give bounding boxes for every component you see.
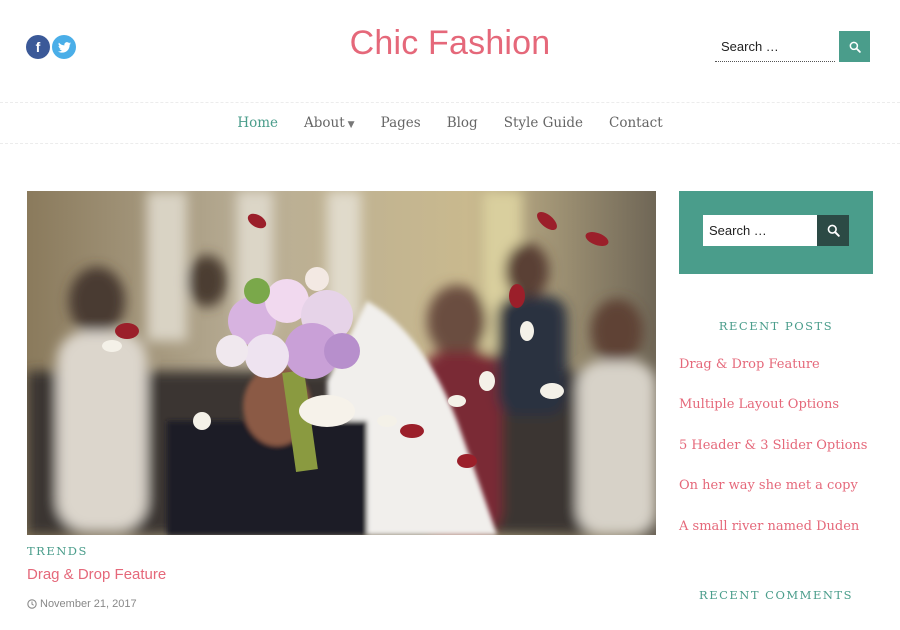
recent-post-link[interactable]: Drag & Drop Feature xyxy=(679,357,820,372)
recent-comments-title: RECENT COMMENTS xyxy=(699,588,853,602)
recent-post-link[interactable]: On her way she met a copy xyxy=(679,478,858,493)
post-title[interactable]: Drag & Drop Feature xyxy=(27,566,166,583)
header-search-button[interactable] xyxy=(839,31,870,62)
list-item: 5 Header & 3 Slider Options xyxy=(679,434,867,474)
recent-post-link[interactable]: 5 Header & 3 Slider Options xyxy=(679,438,867,453)
list-item: On her way she met a copy xyxy=(679,474,867,514)
nav-item-about[interactable]: About ▼ xyxy=(304,115,355,131)
nav-item-style-guide[interactable]: Style Guide xyxy=(504,115,583,131)
sidebar-search-widget xyxy=(679,191,873,274)
search-icon xyxy=(827,224,840,237)
post-date: November 21, 2017 xyxy=(27,598,137,610)
list-item: Drag & Drop Feature xyxy=(679,353,867,393)
chevron-down-icon: ▼ xyxy=(347,120,355,130)
search-icon xyxy=(849,41,861,53)
nav-item-blog[interactable]: Blog xyxy=(447,115,478,131)
header-search xyxy=(715,31,870,62)
post-featured-image[interactable] xyxy=(27,191,656,535)
recent-posts-title: RECENT POSTS xyxy=(718,319,834,333)
recent-post-link[interactable]: A small river named Duden xyxy=(679,519,859,534)
nav-item-pages[interactable]: Pages xyxy=(381,115,421,131)
sidebar-search-input[interactable] xyxy=(703,215,817,246)
header-search-input[interactable] xyxy=(715,31,835,62)
recent-post-link[interactable]: Multiple Layout Options xyxy=(679,397,839,412)
main-nav: Home About ▼ Pages Blog Style Guide Conta… xyxy=(0,102,900,144)
recent-posts-list: Drag & Drop Feature Multiple Layout Opti… xyxy=(679,353,867,555)
post-category-link[interactable]: TRENDS xyxy=(27,544,88,558)
nav-item-contact[interactable]: Contact xyxy=(609,115,663,131)
clock-icon xyxy=(27,599,37,609)
sidebar-search-button[interactable] xyxy=(817,215,849,246)
nav-item-about-label: About xyxy=(304,115,345,131)
list-item: Multiple Layout Options xyxy=(679,393,867,433)
nav-item-home[interactable]: Home xyxy=(237,115,278,131)
post-date-text: November 21, 2017 xyxy=(40,598,137,610)
list-item: A small river named Duden xyxy=(679,515,867,555)
